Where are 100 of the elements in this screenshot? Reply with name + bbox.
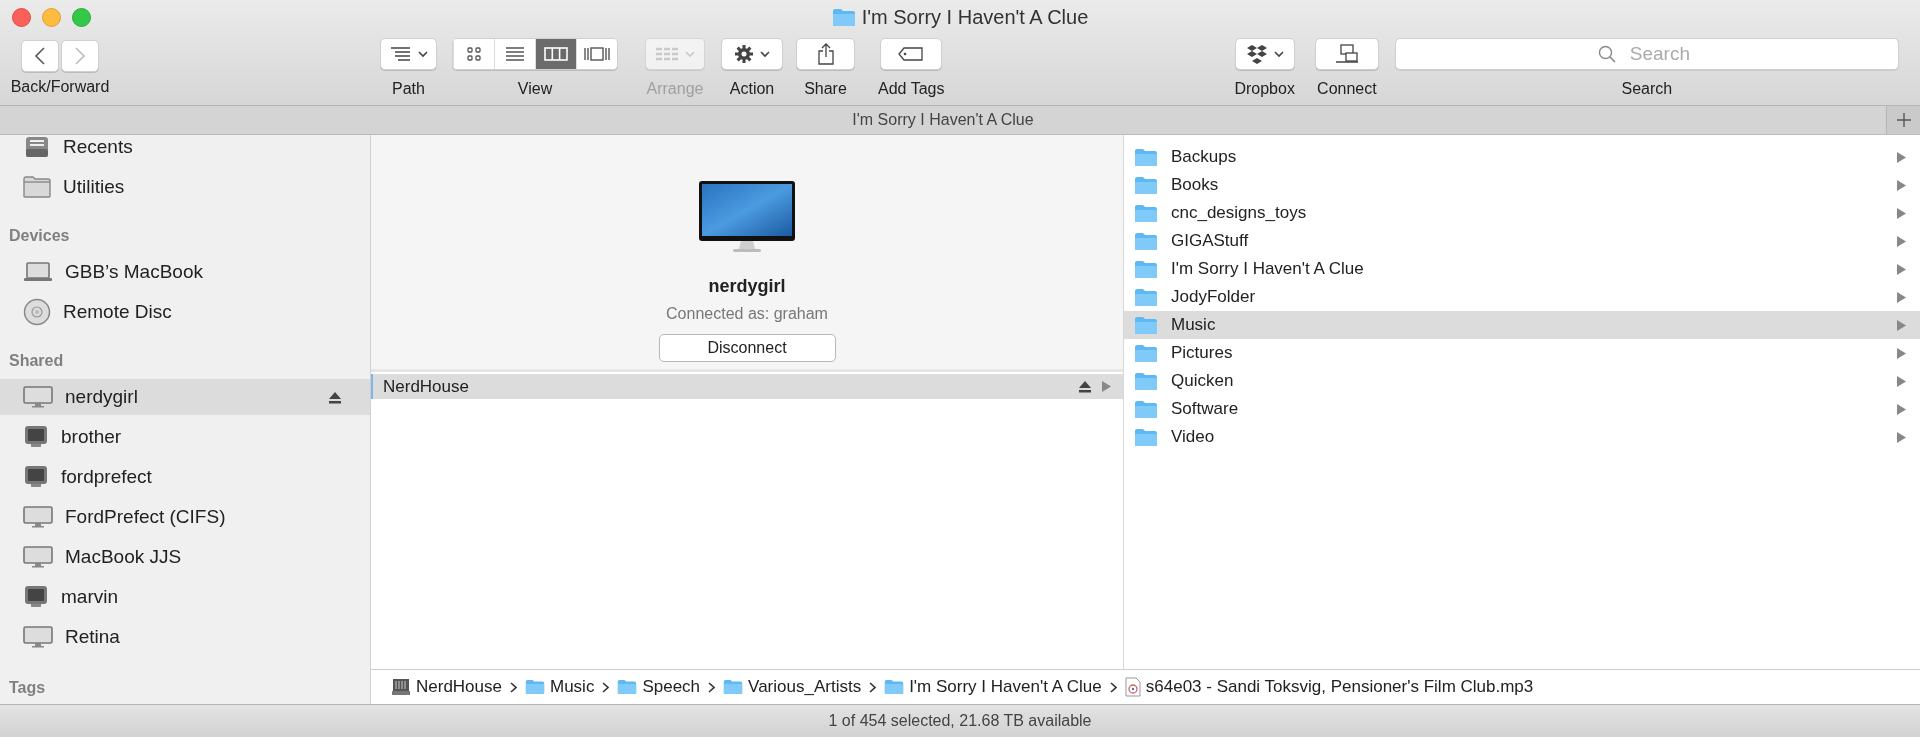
sidebar-item[interactable]: brother: [0, 419, 370, 455]
chevron-icon: [417, 50, 428, 58]
monitor-icon: [23, 585, 49, 609]
path-item[interactable]: NerdHouse: [416, 674, 502, 700]
folder-icon: [1134, 147, 1158, 167]
search-field[interactable]: Search: [1394, 38, 1899, 70]
sidebar-item[interactable]: fordprefect: [0, 459, 370, 495]
path-item[interactable]: I'm Sorry I Haven't A Clue: [909, 674, 1102, 700]
chevron-right-icon: [869, 681, 877, 693]
toolbar-label: View: [517, 79, 553, 99]
list-icon: [505, 47, 525, 61]
new-tab-button[interactable]: [1886, 106, 1920, 134]
path-item[interactable]: s64e03 - Sandi Toksvig, Pensioner's Film Club.mp3: [1145, 674, 1534, 700]
sidebar-item[interactable]: Retina: [0, 619, 370, 655]
toolbar-label: Connect: [1317, 79, 1377, 99]
list-indent-icon: [389, 47, 412, 61]
path-item[interactable]: Speech: [642, 674, 701, 700]
disclosure-triangle-icon: [1897, 403, 1906, 415]
computers-icon: [1334, 44, 1359, 64]
disclosure-triangle-icon: [1897, 235, 1906, 247]
sidebar-item[interactable]: nerdygirl: [0, 379, 370, 415]
view-mode-button[interactable]: [576, 39, 617, 69]
sidebar-item[interactable]: Utilities: [0, 169, 370, 205]
toolbar-button[interactable]: [1314, 38, 1379, 70]
folder-icon: [1134, 343, 1158, 363]
sidebar-heading: Shared: [8, 351, 65, 371]
view-mode-button[interactable]: [535, 39, 576, 69]
chevron-right-icon: [708, 681, 716, 693]
disclosure-triangle-icon: [1897, 319, 1906, 331]
disclosure-triangle-icon: [1897, 151, 1906, 163]
chevron-right-icon: [1109, 681, 1117, 693]
folder-row[interactable]: I'm Sorry I Haven't A Clue: [1124, 255, 1920, 283]
sidebar-item[interactable]: GBB’s MacBook: [0, 254, 370, 290]
chevron-icon: [760, 50, 770, 58]
server-name: nerdygirl: [708, 275, 786, 298]
sidebar-item[interactable]: FordPrefect (CIFS): [0, 499, 370, 535]
connection-status: Connected as: graham: [666, 304, 828, 324]
eject-icon[interactable]: [1078, 380, 1092, 393]
folder-icon: [884, 679, 905, 695]
folder-icon: [723, 679, 744, 695]
folder-icon: [1134, 231, 1158, 251]
folder-row[interactable]: Music: [1124, 311, 1920, 339]
toolbar-label: Dropbox: [1234, 79, 1295, 99]
folder-icon: [1134, 399, 1158, 419]
folder-icon: [23, 176, 51, 198]
folder-row[interactable]: GIGAStuff: [1124, 227, 1920, 255]
sidebar-heading: Devices: [8, 226, 71, 246]
folder-icon: [1134, 315, 1158, 335]
chevron-icon: [685, 50, 695, 58]
toolbar-button[interactable]: [880, 38, 943, 70]
monitor-icon: [23, 465, 49, 489]
chevron-icon: [1273, 50, 1284, 58]
folder-row[interactable]: Video: [1124, 423, 1920, 451]
columns-icon: [544, 47, 568, 61]
sidebar-item[interactable]: marvin: [0, 579, 370, 615]
toolbar-button[interactable]: [796, 38, 855, 70]
path-item[interactable]: Various_Artists: [748, 674, 862, 700]
disc-icon: [23, 298, 51, 326]
folder-row[interactable]: JodyFolder: [1124, 283, 1920, 311]
back-icon: [34, 46, 46, 66]
share-row[interactable]: NerdHouse: [371, 374, 1123, 399]
folder-row[interactable]: Pictures: [1124, 339, 1920, 367]
folder-icon: [1134, 287, 1158, 307]
zoom-button[interactable]: [72, 7, 91, 27]
folder-row[interactable]: Backups: [1124, 143, 1920, 171]
disclosure-triangle-icon: [1897, 375, 1906, 387]
folder-row[interactable]: cnc_designs_toys: [1124, 199, 1920, 227]
disconnect-button[interactable]: Disconnect: [658, 334, 836, 362]
disclosure-triangle-icon: [1897, 179, 1906, 191]
toolbar-label: Share: [804, 79, 847, 99]
monitor-icon: [23, 425, 49, 449]
chevron-right-icon: [602, 681, 610, 693]
folder-icon: [1134, 203, 1158, 223]
folder-icon: [1134, 427, 1158, 447]
folder-icon: [617, 679, 638, 695]
folder-icon: [1134, 259, 1158, 279]
forward-icon: [74, 46, 86, 66]
folder-row[interactable]: Books: [1124, 171, 1920, 199]
status-text: 1 of 454 selected, 21.68 TB available: [828, 711, 1092, 731]
toolbar-label: Action: [729, 79, 775, 99]
sidebar-item[interactable]: Remote Disc: [0, 294, 370, 330]
disclosure-triangle-icon: [1897, 207, 1906, 219]
folder-icon: [1134, 175, 1158, 195]
toolbar-button[interactable]: [721, 38, 783, 70]
arrange-icon: [655, 47, 679, 61]
sidebar-item[interactable]: MacBook JJS: [0, 539, 370, 575]
plus-icon: [1895, 112, 1912, 128]
sidebar-item[interactable]: Recents: [0, 135, 370, 165]
folder-row[interactable]: Software: [1124, 395, 1920, 423]
eject-icon[interactable]: [328, 390, 342, 404]
toolbar-button[interactable]: [1234, 38, 1295, 70]
disclosure-triangle-icon: [1897, 263, 1906, 275]
search-icon: [1597, 45, 1616, 63]
folder-row[interactable]: Quicken: [1124, 367, 1920, 395]
close-button[interactable]: [12, 7, 31, 27]
disclosure-triangle-icon: [1102, 381, 1111, 392]
back-button[interactable]: [21, 40, 59, 72]
toolbar-button[interactable]: [380, 38, 437, 70]
path-item[interactable]: Music: [550, 674, 595, 700]
dropbox-icon: [1245, 44, 1268, 64]
